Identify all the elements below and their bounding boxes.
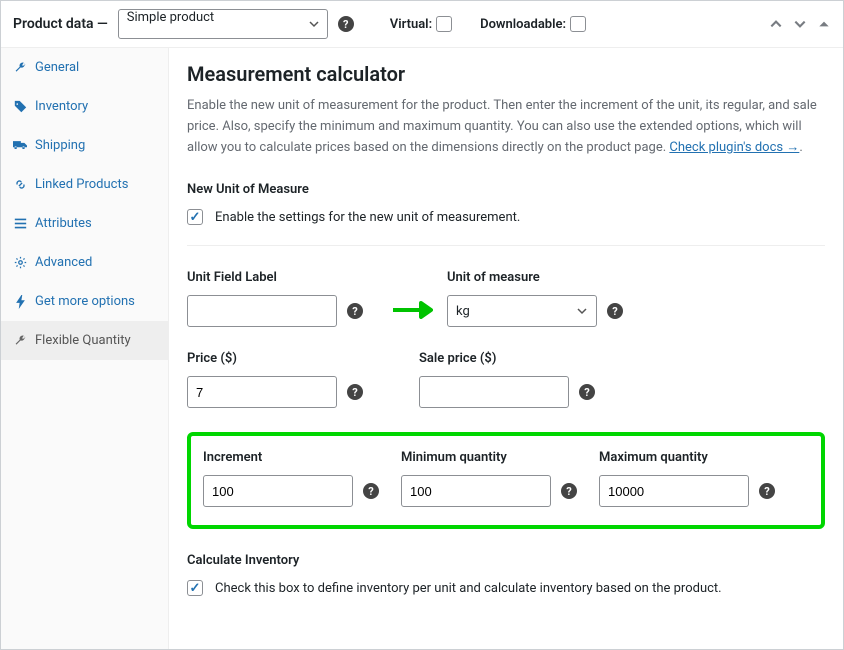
unit-field-label-label: Unit Field Label (187, 270, 363, 285)
field-sale-price: Sale price ($) ? (419, 351, 595, 408)
wrench-icon (13, 61, 27, 75)
calc-inventory-heading: Calculate Inventory (187, 553, 825, 568)
field-price: Price ($) ? (187, 351, 363, 408)
highlight-box: Increment ? Minimum quantity ? (187, 432, 825, 529)
chevron-down-icon (576, 305, 588, 317)
max-qty-input[interactable] (599, 475, 749, 507)
sidebar: General Inventory Shipping Linked Produc… (1, 48, 169, 649)
page-title: Measurement calculator (187, 62, 825, 86)
calc-inventory-row: Check this box to define inventory per u… (187, 580, 825, 596)
product-type-select[interactable]: Simple product (118, 9, 328, 39)
header-right-controls (769, 17, 831, 31)
sidebar-item-label: Shipping (35, 138, 85, 153)
help-icon[interactable]: ? (347, 303, 363, 319)
field-min-qty: Minimum quantity ? (401, 450, 577, 507)
increment-label: Increment (203, 450, 379, 465)
unit-field-label-input[interactable] (187, 295, 337, 327)
help-icon[interactable]: ? (759, 483, 775, 499)
help-icon[interactable]: ? (607, 303, 623, 319)
help-icon[interactable]: ? (338, 16, 354, 32)
sidebar-item-flexible-quantity[interactable]: Flexible Quantity (1, 321, 168, 360)
bolt-icon (13, 295, 27, 309)
panel-title: Product data — (13, 16, 108, 32)
downloadable-label: Downloadable: (480, 17, 566, 32)
field-max-qty: Maximum quantity ? (599, 450, 775, 507)
sidebar-item-label: Attributes (35, 216, 92, 231)
price-input[interactable] (187, 376, 337, 408)
help-icon[interactable]: ? (363, 483, 379, 499)
link-icon (13, 178, 27, 192)
list-icon (13, 217, 27, 231)
virtual-group: Virtual: (390, 16, 452, 32)
min-qty-label: Minimum quantity (401, 450, 577, 465)
panel-header: Product data — Simple product ? Virtual:… (1, 1, 843, 48)
sidebar-item-label: General (35, 60, 79, 75)
sale-price-input[interactable] (419, 376, 569, 408)
unit-of-measure-value: kg (456, 304, 470, 319)
calc-inventory-label: Check this box to define inventory per u… (215, 581, 722, 596)
virtual-checkbox[interactable] (436, 16, 452, 32)
min-qty-input[interactable] (401, 475, 551, 507)
chevron-down-icon[interactable] (793, 17, 807, 31)
unit-of-measure-select[interactable]: kg (447, 295, 597, 327)
field-increment: Increment ? (203, 450, 379, 507)
downloadable-checkbox[interactable] (570, 16, 586, 32)
truck-icon (13, 139, 27, 153)
sidebar-item-more[interactable]: Get more options (1, 282, 168, 321)
downloadable-group: Downloadable: (480, 16, 586, 32)
sidebar-item-label: Inventory (35, 99, 88, 114)
help-icon[interactable]: ? (347, 384, 363, 400)
sidebar-item-label: Flexible Quantity (35, 333, 131, 348)
tag-icon (13, 100, 27, 114)
gear-icon (13, 256, 27, 270)
arrow-icon (391, 301, 433, 317)
help-icon[interactable]: ? (579, 384, 595, 400)
collapse-icon[interactable] (817, 17, 831, 31)
sidebar-item-label: Advanced (35, 255, 92, 270)
sidebar-item-label: Get more options (35, 294, 135, 309)
docs-link[interactable]: Check plugin's docs → (669, 140, 799, 155)
sale-price-label: Sale price ($) (419, 351, 595, 366)
field-unit-field-label: Unit Field Label ? (187, 270, 363, 327)
price-label: Price ($) (187, 351, 363, 366)
unit-of-measure-label: Unit of measure (447, 270, 623, 285)
wrench-icon (13, 334, 27, 348)
sidebar-item-general[interactable]: General (1, 48, 168, 87)
field-row-3: Increment ? Minimum quantity ? (203, 450, 809, 507)
sidebar-item-advanced[interactable]: Advanced (1, 243, 168, 282)
chevron-up-icon[interactable] (769, 17, 783, 31)
help-icon[interactable]: ? (561, 483, 577, 499)
virtual-label: Virtual: (390, 17, 432, 32)
description: Enable the new unit of measurement for t… (187, 96, 825, 158)
new-unit-heading: New Unit of Measure (187, 182, 825, 197)
sidebar-item-inventory[interactable]: Inventory (1, 87, 168, 126)
field-unit-of-measure: Unit of measure kg ? (447, 270, 623, 327)
sidebar-item-linked[interactable]: Linked Products (1, 165, 168, 204)
product-type-value: Simple product (127, 10, 214, 25)
field-row-1: Unit Field Label ? Unit of measure kg (187, 270, 825, 327)
enable-label: Enable the settings for the new unit of … (215, 210, 520, 225)
calc-inventory-checkbox[interactable] (187, 580, 203, 596)
panel-body: General Inventory Shipping Linked Produc… (1, 48, 843, 649)
enable-checkbox[interactable] (187, 209, 203, 225)
main-content: Measurement calculator Enable the new un… (169, 48, 843, 649)
field-row-2: Price ($) ? Sale price ($) ? (187, 351, 825, 408)
sidebar-item-attributes[interactable]: Attributes (1, 204, 168, 243)
divider (187, 245, 825, 246)
max-qty-label: Maximum quantity (599, 450, 775, 465)
product-data-panel: Product data — Simple product ? Virtual:… (0, 0, 844, 650)
sidebar-item-shipping[interactable]: Shipping (1, 126, 168, 165)
product-type-select-wrap: Simple product (118, 9, 328, 39)
enable-row: Enable the settings for the new unit of … (187, 209, 825, 225)
increment-input[interactable] (203, 475, 353, 507)
sidebar-item-label: Linked Products (35, 177, 128, 192)
